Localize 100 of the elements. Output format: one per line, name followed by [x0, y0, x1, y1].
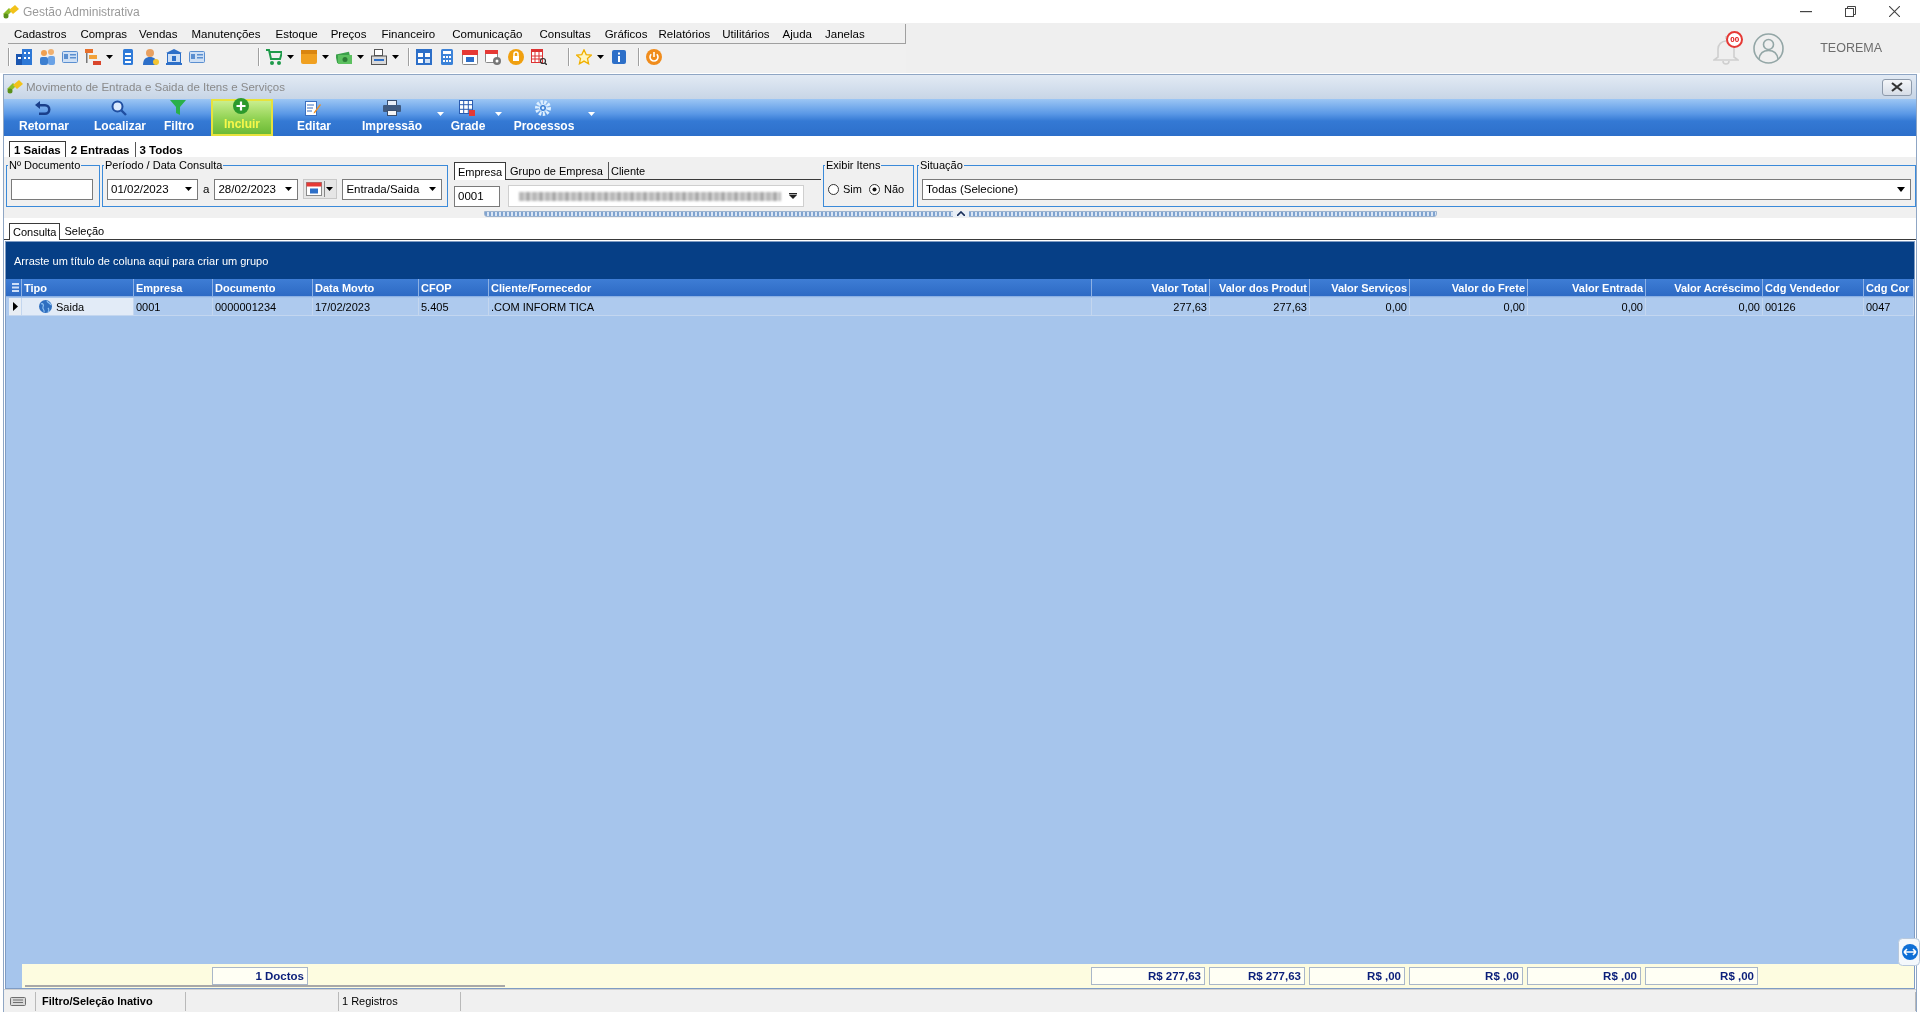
column-header[interactable]: Documento — [213, 279, 313, 296]
toolbar-button[interactable]: Editar — [288, 99, 340, 136]
user-name: TEOREMA — [1820, 41, 1882, 55]
column-header[interactable]: Valor dos Produt — [1210, 279, 1310, 296]
column-header[interactable]: Cdg Cor — [1864, 279, 1914, 296]
calendar-button[interactable] — [303, 179, 338, 199]
caret-icon[interactable] — [326, 187, 334, 191]
cart-icon[interactable] — [266, 48, 282, 65]
id-card-icon[interactable] — [62, 48, 78, 65]
tab[interactable]: Grupo de Empresa — [506, 161, 607, 179]
info-icon[interactable] — [611, 48, 627, 65]
bell-icon[interactable] — [1713, 35, 1740, 65]
tab[interactable]: 3 Todos — [134, 141, 188, 157]
total-cell: R$ ,00 — [1409, 967, 1523, 985]
table-cell: 277,63 — [1210, 298, 1310, 316]
direction-select[interactable]: Entrada/Saida — [342, 178, 443, 200]
caret-icon[interactable] — [392, 54, 399, 59]
calculator-icon[interactable] — [439, 48, 455, 65]
caret-icon[interactable] — [287, 54, 294, 59]
column-header[interactable]: Valor Total — [1092, 279, 1210, 296]
menu-item[interactable]: Consultas — [539, 27, 596, 40]
column-header[interactable]: Data Movto — [313, 279, 419, 296]
power-icon[interactable] — [646, 48, 662, 65]
column-header[interactable]: Empresa — [134, 279, 213, 296]
menu-item[interactable]: Compras — [80, 27, 133, 40]
id-card-icon[interactable] — [189, 48, 205, 65]
menu-item[interactable]: Ajuda — [782, 27, 817, 40]
toolbar-button[interactable]: Impressão — [355, 99, 429, 136]
tab[interactable]: Consulta — [9, 223, 61, 240]
caret-icon[interactable] — [429, 187, 437, 191]
caret-icon[interactable] — [1897, 186, 1905, 192]
table-cell: 17/02/2023 — [313, 298, 419, 316]
menu-item[interactable]: Manutenções — [191, 27, 266, 40]
date-field[interactable]: 28/02/2023 — [214, 178, 299, 200]
bank-icon[interactable] — [166, 48, 182, 65]
globe-icon — [39, 300, 52, 313]
caret-icon[interactable] — [357, 54, 364, 59]
app-logo-icon — [3, 4, 19, 19]
menu-icon[interactable] — [11, 283, 19, 292]
group-label: Exibir Itens — [825, 159, 882, 171]
package-icon[interactable] — [301, 48, 317, 65]
document-icon[interactable] — [120, 48, 136, 65]
table-cell: 0047 — [1864, 298, 1914, 316]
column-header[interactable]: Tipo — [22, 279, 134, 296]
radio-option[interactable]: Sim — [828, 183, 862, 195]
menu-item[interactable]: Vendas — [139, 27, 183, 40]
spreadsheet-icon[interactable] — [416, 48, 432, 65]
caret-icon[interactable] — [322, 54, 329, 59]
toolbar-button[interactable]: Retornar — [10, 99, 78, 136]
column-header[interactable]: Cdg Vendedor — [1763, 279, 1864, 296]
user-coin-icon[interactable] — [143, 48, 159, 65]
register-icon[interactable] — [371, 48, 387, 65]
calendar-icon[interactable] — [462, 48, 478, 65]
table-search-icon[interactable] — [531, 48, 547, 65]
building-icon[interactable] — [16, 48, 32, 65]
column-header[interactable]: Valor Entrada — [1528, 279, 1646, 296]
star-icon[interactable] — [576, 48, 592, 65]
menu-item[interactable]: Janelas — [825, 27, 870, 40]
caret-icon[interactable] — [106, 54, 113, 59]
calendar-gear-icon[interactable] — [485, 48, 501, 65]
input-field[interactable] — [11, 178, 93, 200]
caret-icon[interactable] — [285, 187, 293, 191]
column-header[interactable]: Valor Serviços — [1310, 279, 1410, 296]
close-button[interactable] — [1882, 78, 1912, 96]
menu-item[interactable]: Preços — [330, 27, 372, 40]
caret-icon[interactable] — [597, 54, 604, 59]
total-cell: 1 Doctos — [212, 967, 308, 985]
date-field[interactable]: 01/02/2023 — [107, 178, 198, 200]
tab[interactable]: Empresa — [454, 162, 507, 180]
org-chart-icon[interactable] — [85, 48, 101, 65]
menu-item[interactable]: Relatórios — [658, 27, 716, 40]
column-header[interactable]: CFOP — [419, 279, 489, 296]
radio-option[interactable]: Não — [868, 183, 905, 195]
menu-item[interactable]: Gráficos — [604, 27, 653, 40]
grid-icon — [459, 100, 477, 116]
menu-item[interactable]: Financeiro — [381, 27, 441, 40]
people-icon[interactable] — [39, 48, 55, 65]
minimize-icon[interactable] — [1800, 10, 1812, 13]
company-code-field[interactable]: 0001 — [454, 185, 500, 207]
column-header[interactable]: Valor Acréscimo — [1646, 279, 1763, 296]
toolbar-button[interactable]: Localizar — [88, 99, 152, 136]
close-icon — [1891, 82, 1903, 92]
tab[interactable]: Cliente — [606, 161, 650, 179]
close-icon[interactable] — [1889, 6, 1900, 17]
status-select[interactable]: Todas (Selecione) — [922, 178, 1911, 200]
restore-icon[interactable] — [1845, 6, 1856, 17]
keyboard-icon — [10, 996, 26, 1006]
menu-item[interactable]: Comunicação — [452, 27, 528, 40]
caret-icon[interactable] — [185, 187, 192, 191]
menu-item[interactable]: Estoque — [275, 27, 323, 40]
column-header[interactable]: Cliente/Fornecedor — [489, 279, 1092, 296]
menu-item[interactable]: Cadastros — [14, 27, 72, 40]
splitter-handle[interactable] — [484, 210, 1437, 217]
tab[interactable]: 2 Entradas — [65, 141, 135, 157]
column-header[interactable]: Valor do Frete — [1410, 279, 1528, 296]
menu-item[interactable]: Utilitários — [722, 27, 775, 40]
table-cell: 277,63 — [1092, 298, 1210, 316]
toolbar-button[interactable]: Grade — [447, 99, 489, 136]
toolbar-button[interactable]: Filtro — [157, 99, 201, 136]
toolbar-button[interactable]: Processos — [509, 99, 579, 136]
